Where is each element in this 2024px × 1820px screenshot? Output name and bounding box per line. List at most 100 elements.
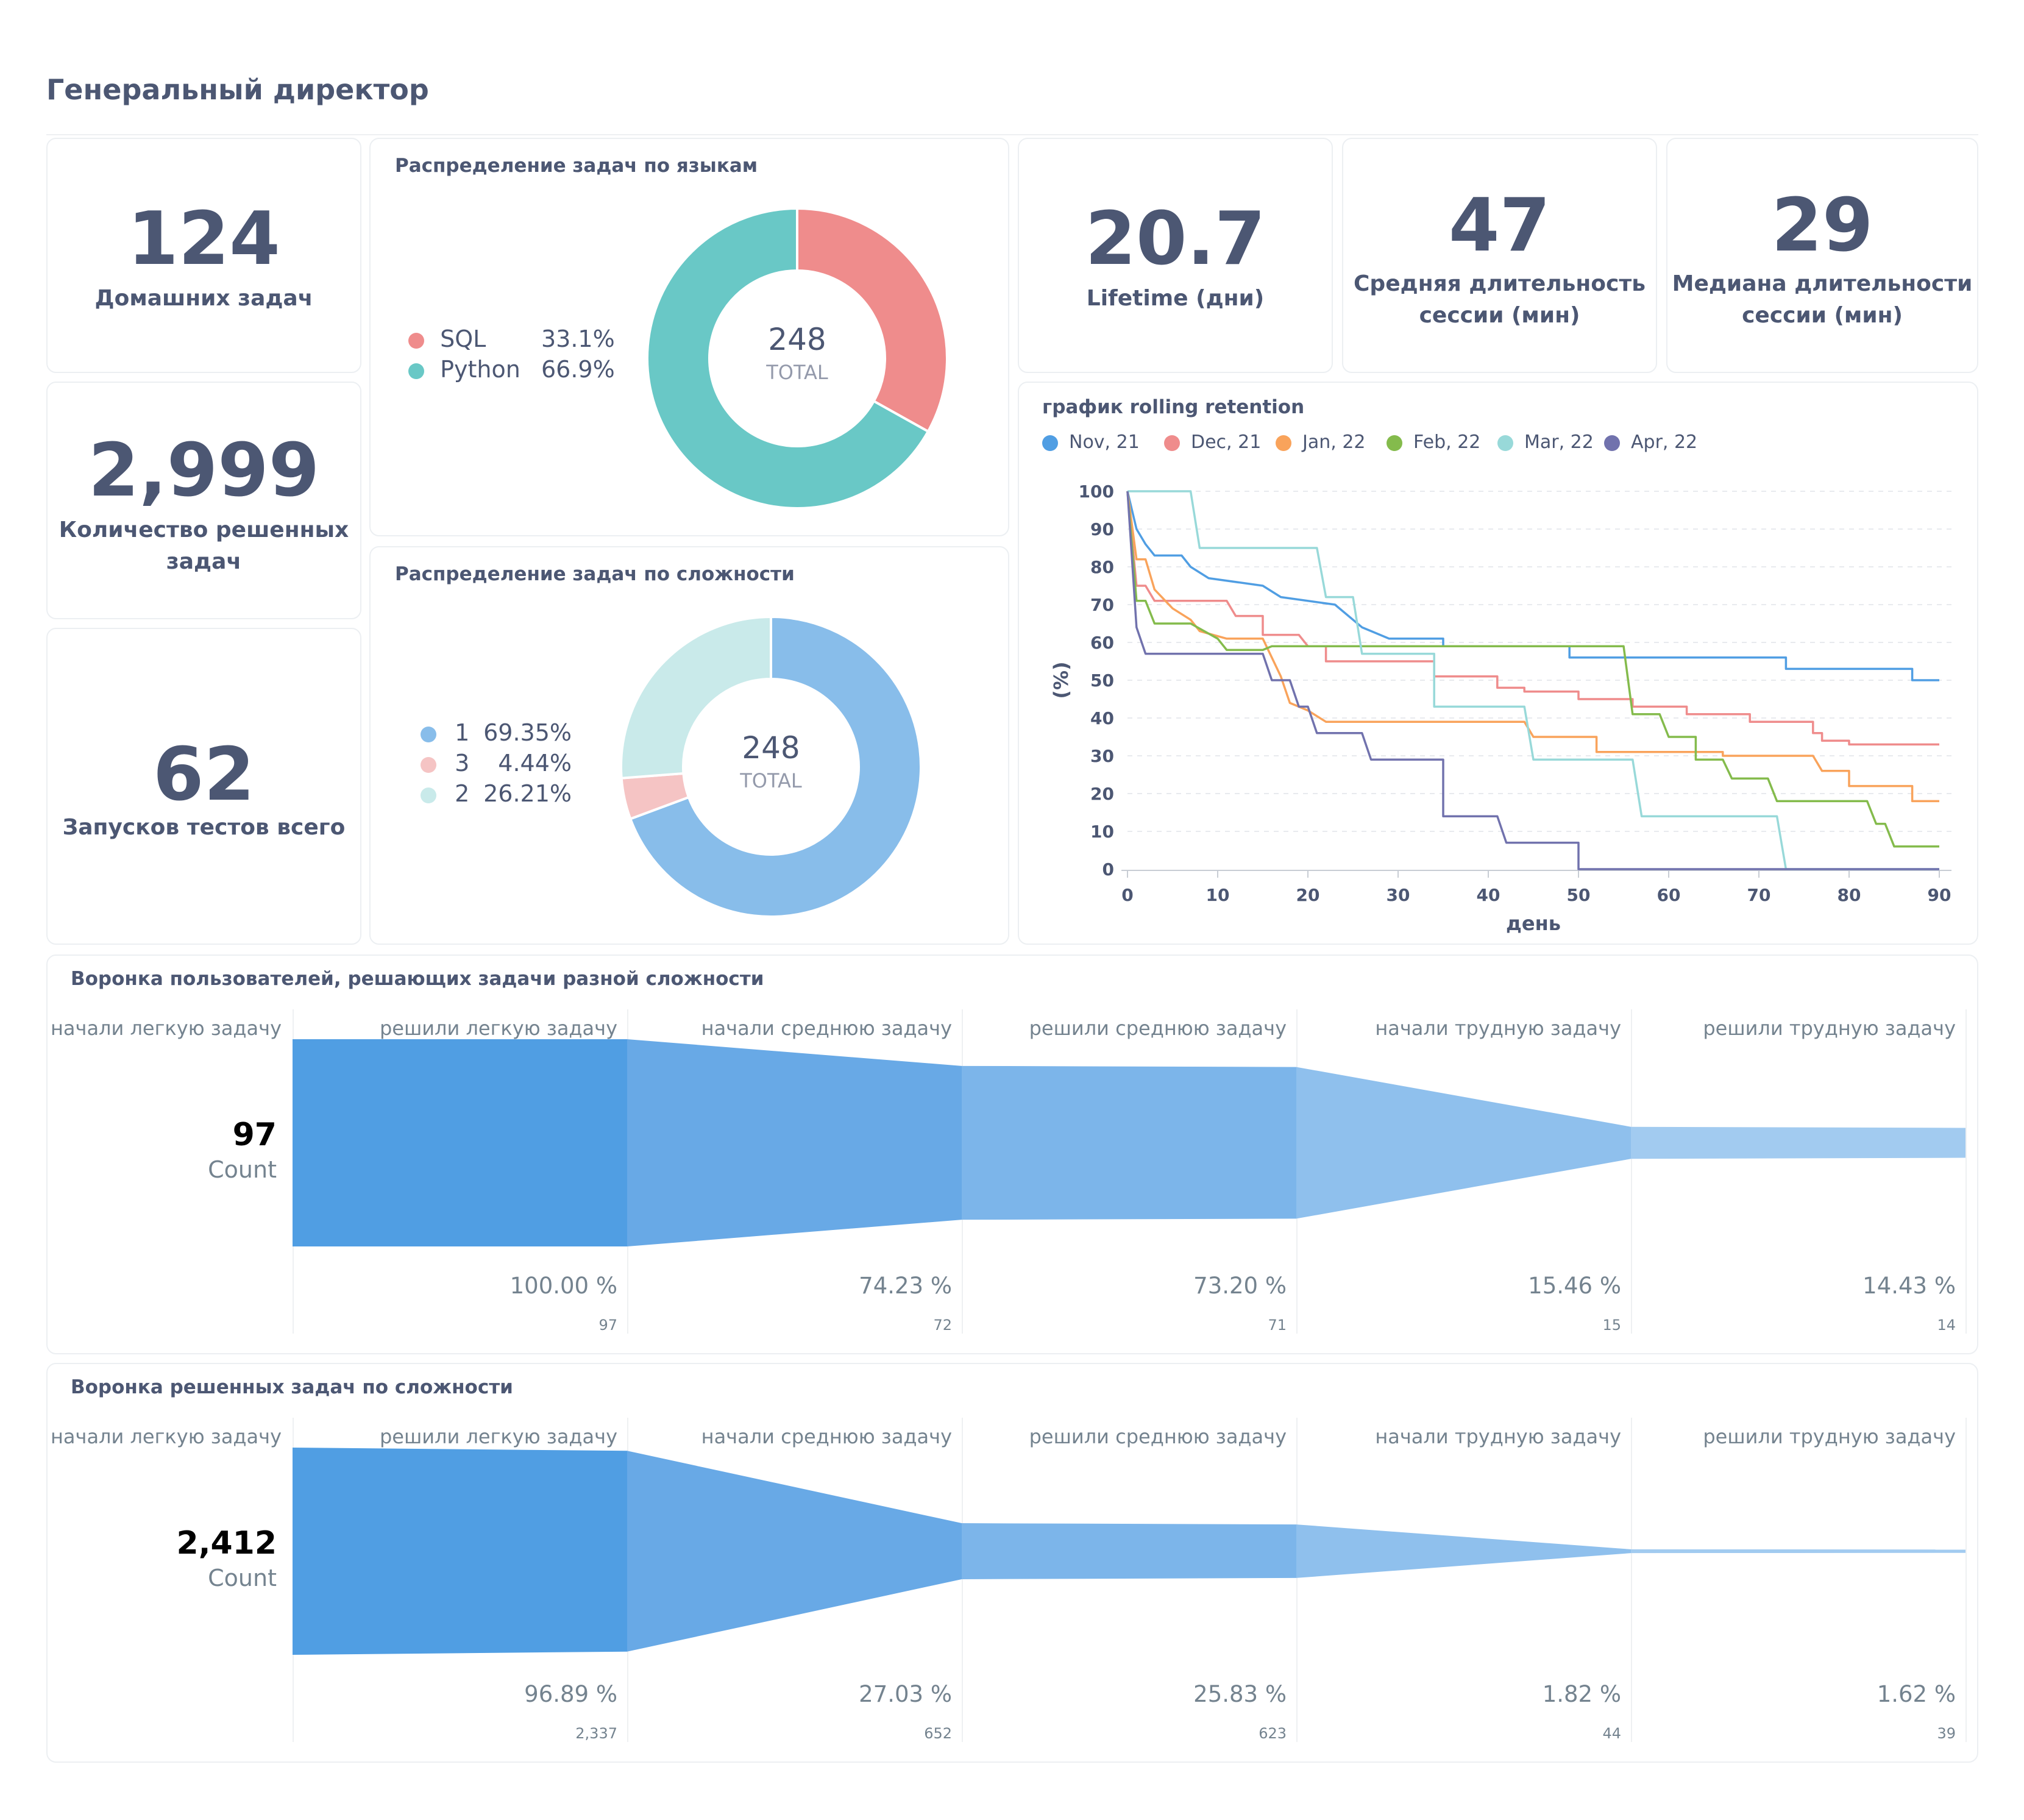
scalar-value: 29 — [1771, 183, 1873, 268]
legend-label: SQL — [440, 325, 486, 352]
funnel-shapes — [293, 1448, 1965, 1655]
donut-total-label: TOTAL — [740, 769, 802, 792]
legend-dot — [1497, 435, 1513, 451]
donut-total: 248 — [742, 730, 800, 766]
x-tick-label: 30 — [1387, 885, 1410, 905]
retention-card[interactable]: график rolling retention Nov, 21 Dec, 21 J… — [1018, 382, 1978, 945]
legend-dot — [421, 787, 436, 803]
funnel-body: начали легкую задачу решили легкую задачу… — [48, 1364, 1977, 1761]
legend-item[interactable]: SQL — [408, 325, 486, 352]
legend-item[interactable]: 2 — [421, 780, 469, 807]
x-axis-label: день — [1506, 912, 1561, 935]
funnel-segment[interactable] — [962, 1065, 1296, 1220]
funnel-segment[interactable] — [1296, 1067, 1631, 1219]
funnel-count: 15 — [1602, 1317, 1621, 1334]
funnel-segment[interactable] — [1631, 1549, 1965, 1554]
funnel-segment[interactable] — [962, 1523, 1296, 1579]
donut-total-label: TOTAL — [766, 361, 828, 384]
funnel-percent: 25.83 % — [1193, 1681, 1287, 1707]
scalar-card-test-runs[interactable]: 62 Запусков тестов всего — [46, 628, 361, 945]
scalar-card-median-session[interactable]: 29 Медиана длительности сессии (мин) — [1666, 138, 1978, 373]
funnel-shapes — [293, 1039, 1965, 1246]
legend-label: Nov, 21 — [1069, 432, 1140, 453]
retention-legend: Nov, 21 Dec, 21 Jan, 22 Feb, 22 Mar, 22 Apr, … — [1042, 432, 1956, 462]
funnel-segment[interactable] — [293, 1448, 627, 1655]
scalar-card-solved[interactable]: 2,999 Количество решенных задач — [46, 382, 361, 619]
funnel-count: 623 — [1259, 1725, 1287, 1742]
funnel-segment[interactable] — [293, 1039, 627, 1246]
scalar-card-lifetime[interactable]: 20.7 Lifetime (дни) — [1018, 138, 1333, 373]
scalar-label: Медиана длительности — [1672, 271, 1973, 296]
legend-item[interactable]: 3 — [421, 750, 469, 777]
scalar-label: сессии (мин) — [1742, 303, 1903, 328]
legend-item[interactable]: Dec, 21 — [1164, 432, 1261, 453]
funnel-count: 97 — [598, 1317, 617, 1334]
funnel-percent: 74.23 % — [859, 1273, 952, 1299]
scalar-label: Количество решенных — [59, 517, 349, 542]
legend-item[interactable]: Python — [408, 356, 520, 383]
legend-item[interactable]: Feb, 22 — [1387, 432, 1480, 453]
x-tick-label: 0 — [1121, 885, 1133, 905]
donut-card-difficulty[interactable]: Распределение задач по сложности 1 69.35… — [369, 546, 1009, 945]
funnel-card-tasks[interactable]: Воронка решенных задач по сложности нача… — [46, 1363, 1978, 1763]
scalar-label: Домашних задач — [94, 286, 313, 311]
funnel-count: 72 — [933, 1317, 952, 1334]
scalar-value: 47 — [1449, 183, 1550, 268]
y-tick-label: 90 — [1090, 519, 1114, 539]
x-tick-label: 50 — [1567, 885, 1591, 905]
legend-item[interactable]: Mar, 22 — [1497, 432, 1594, 453]
funnel-count: 14 — [1937, 1317, 1956, 1334]
dashboard-title: Генеральный директор — [46, 73, 429, 106]
x-tick-label: 10 — [1206, 885, 1230, 905]
legend-label: 1 — [455, 719, 470, 746]
scalar-value: 62 — [153, 733, 255, 817]
legend-dot — [1604, 435, 1620, 451]
legend-item[interactable]: 1 — [421, 719, 469, 746]
series-line-nov21[interactable] — [1126, 491, 1939, 681]
legend-dot — [1276, 435, 1291, 451]
donut-card-languages[interactable]: Распределение задач по языкам SQL 33.1% … — [369, 138, 1009, 536]
funnel-percent: 27.03 % — [859, 1681, 952, 1707]
x-tick-label: 90 — [1928, 885, 1951, 905]
chart-title: Распределение задач по языкам — [395, 155, 758, 177]
scalar-value: 2,999 — [88, 428, 320, 513]
funnel-percent: 1.82 % — [1542, 1681, 1621, 1707]
legend-dot — [1164, 435, 1180, 451]
y-tick-label: 70 — [1090, 595, 1114, 615]
scalar-label: Средняя длительность — [1354, 271, 1646, 296]
funnel-percent: 1.62 % — [1877, 1681, 1956, 1707]
x-tick-label: 80 — [1838, 885, 1861, 905]
funnel-count: 39 — [1937, 1725, 1956, 1742]
scalar-card-avg-session[interactable]: 47 Средняя длительность сессии (мин) — [1342, 138, 1657, 373]
scalar-value: 20.7 — [1085, 197, 1266, 282]
funnel-count: 2,337 — [575, 1725, 617, 1742]
funnel-count: 652 — [924, 1725, 952, 1742]
scalar-card-homework[interactable]: 124 Домашних задач — [46, 138, 361, 373]
donut-slice-SQL[interactable] — [796, 207, 948, 433]
legend-item[interactable]: Nov, 21 — [1042, 432, 1140, 453]
donut-chart — [620, 615, 922, 918]
funnel-segment[interactable] — [627, 1039, 962, 1246]
legend-label: Apr, 22 — [1631, 432, 1698, 453]
legend-value: 4.44% — [498, 750, 572, 777]
legend-item[interactable]: Jan, 22 — [1276, 432, 1366, 453]
legend-label: Jan, 22 — [1302, 432, 1366, 453]
funnel-segment[interactable] — [1296, 1524, 1631, 1578]
funnel-segment[interactable] — [1631, 1126, 1965, 1159]
funnel-segment[interactable] — [627, 1451, 962, 1652]
legend-value: 33.1% — [541, 325, 615, 352]
legend-item[interactable]: Apr, 22 — [1604, 432, 1697, 453]
funnel-percent: 100.00 % — [510, 1273, 617, 1299]
scalar-label: сессии (мин) — [1419, 303, 1580, 328]
legend-label: Feb, 22 — [1413, 432, 1481, 453]
scalar-label: Запусков тестов всего — [62, 815, 346, 840]
y-tick-label: 20 — [1090, 784, 1114, 804]
legend-label: Python — [440, 356, 520, 383]
y-tick-label: 80 — [1090, 557, 1114, 577]
funnel-card-users[interactable]: Воронка пользователей, решающих задачи р… — [46, 954, 1978, 1354]
legend-value: 26.21% — [483, 780, 572, 807]
y-tick-label: 0 — [1103, 859, 1114, 880]
legend-dot — [408, 332, 424, 349]
legend-value: 69.35% — [483, 719, 572, 746]
y-tick-label: 50 — [1090, 670, 1114, 691]
